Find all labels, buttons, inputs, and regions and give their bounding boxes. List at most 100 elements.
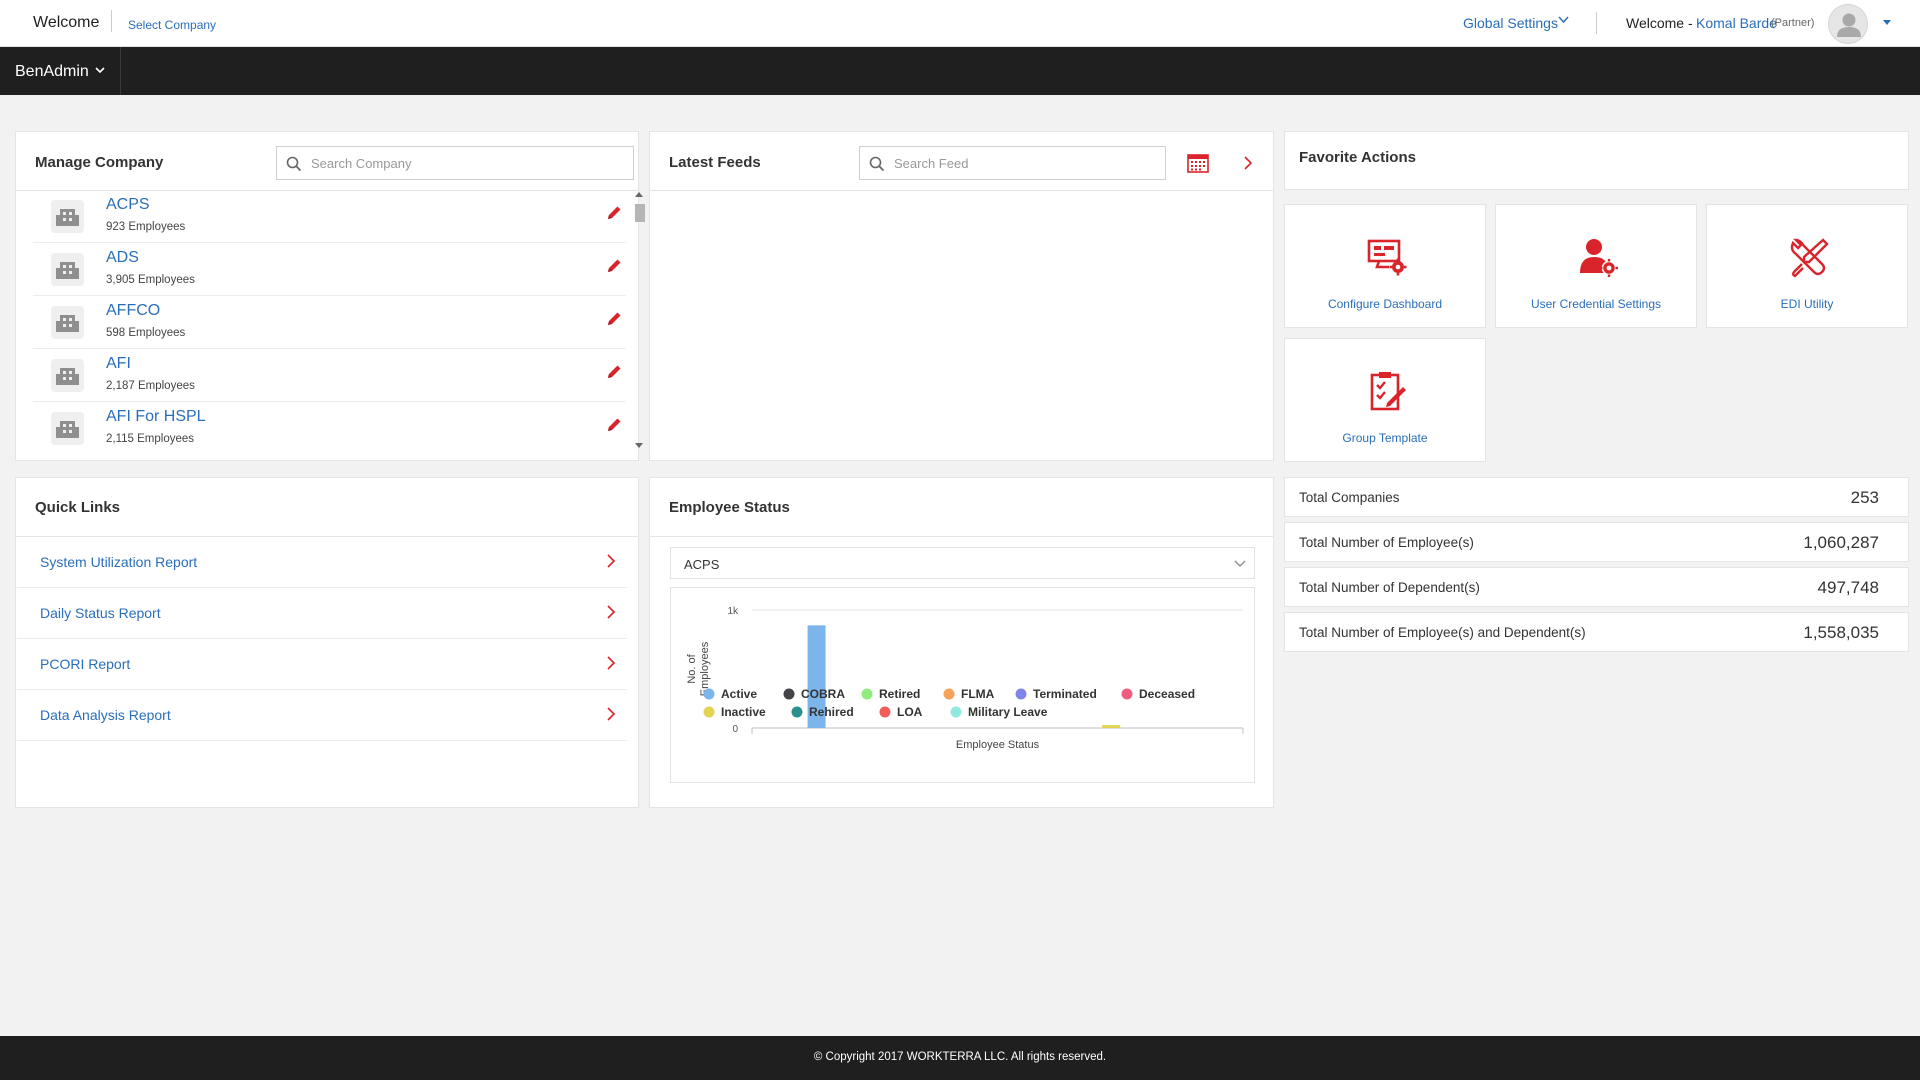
edi-utility-icon <box>1790 238 1829 278</box>
scroll-down-arrow-icon[interactable] <box>635 443 643 448</box>
legend-item-label: COBRA <box>801 687 845 701</box>
edit-pencil-icon[interactable] <box>605 204 623 222</box>
fav-tile-label: EDI Utility <box>1780 297 1834 311</box>
edit-pencil-icon[interactable] <box>605 416 623 434</box>
fav-group-template[interactable]: Group Template <box>1284 338 1486 462</box>
user-menu-caret-icon[interactable] <box>1883 20 1891 25</box>
chevron-right-icon[interactable] <box>1243 156 1253 170</box>
building-icon <box>51 412 84 445</box>
user-role: (Partner) <box>1771 17 1815 29</box>
quick-link-label[interactable]: Daily Status Report <box>40 605 161 621</box>
company-select-dropdown[interactable]: ACPS <box>670 547 1255 579</box>
stat-total-employees-dependents: Total Number of Employee(s) and Dependen… <box>1284 612 1909 652</box>
company-row[interactable]: ADS 3,905 Employees <box>33 243 626 296</box>
company-name[interactable]: ADS <box>106 249 139 267</box>
legend-marker <box>1015 688 1027 700</box>
fav-tile-label: User Credential Settings <box>1530 297 1662 311</box>
chevron-down-icon[interactable] <box>94 64 106 76</box>
company-row[interactable]: AFFCO 598 Employees <box>33 296 626 349</box>
company-row[interactable]: AFI For HSPL 2,115 Employees <box>33 402 626 452</box>
fav-user-credential-settings[interactable]: User Credential Settings <box>1495 204 1697 328</box>
scrollbar-thumb[interactable] <box>635 204 645 222</box>
manage-company-title: Manage Company <box>35 154 164 171</box>
quick-link-item[interactable]: Data Analysis Report <box>17 690 627 741</box>
search-feed-input[interactable] <box>894 153 1154 173</box>
edit-pencil-icon[interactable] <box>605 257 623 275</box>
quick-link-label[interactable]: PCORI Report <box>40 656 130 672</box>
chevron-down-icon[interactable] <box>1234 559 1246 569</box>
stat-value: 1,558,035 <box>1803 623 1879 642</box>
manage-company-panel: Manage Company ACPS 923 Employees ADS 3,… <box>15 131 645 461</box>
bar-inactive <box>1102 725 1121 728</box>
edit-pencil-icon[interactable] <box>605 363 623 381</box>
legend-item-label: Terminated <box>1033 687 1097 701</box>
user-avatar-icon <box>1837 13 1861 37</box>
x-axis-label: Employee Status <box>956 739 1040 751</box>
app-menu-benadmin[interactable]: BenAdmin <box>15 63 89 81</box>
fav-configure-dashboard[interactable]: Configure Dashboard <box>1284 204 1486 328</box>
stat-label: Total Number of Dependent(s) <box>1299 580 1480 595</box>
global-settings-menu[interactable]: Global Settings <box>1463 15 1558 31</box>
legend-marker <box>791 706 803 718</box>
building-icon <box>51 200 84 233</box>
fav-tile-label: Configure Dashboard <box>1327 297 1443 311</box>
company-row[interactable]: ACPS 923 Employees <box>33 190 626 243</box>
company-list: ACPS 923 Employees ADS 3,905 Employees A… <box>33 190 626 452</box>
company-employee-count: 2,187 Employees <box>106 380 195 392</box>
legend-marker <box>703 688 715 700</box>
company-list-scrollbar[interactable] <box>634 192 645 448</box>
chevron-right-icon[interactable] <box>605 554 617 568</box>
latest-feeds-title: Latest Feeds <box>669 154 761 171</box>
quick-link-item[interactable]: Daily Status Report <box>17 588 627 639</box>
nav-divider <box>120 47 121 95</box>
welcome-user-prefix: Welcome - <box>1626 15 1693 31</box>
calendar-icon[interactable] <box>1187 153 1209 173</box>
copyright-text: © Copyright 2017 WORKTERRA LLC. All righ… <box>813 1051 1107 1063</box>
top-header: Welcome Select Company Global Settings W… <box>0 0 1920 47</box>
quick-link-item[interactable]: PCORI Report <box>17 639 627 690</box>
stat-total-employees: Total Number of Employee(s) 1,060,287 <box>1284 522 1909 562</box>
company-employee-count: 598 Employees <box>106 327 186 339</box>
welcome-text: Welcome <box>33 14 100 31</box>
stat-value: 497,748 <box>1817 578 1879 597</box>
legend-item-label: Deceased <box>1139 687 1195 701</box>
legend-marker <box>783 688 795 700</box>
company-name[interactable]: AFI For HSPL <box>106 408 206 426</box>
company-row[interactable]: AFI 2,187 Employees <box>33 349 626 402</box>
quick-links-panel: Quick Links System Utilization Report Da… <box>15 477 639 808</box>
chevron-right-icon[interactable] <box>605 656 617 670</box>
select-company-link[interactable]: Select Company <box>128 18 216 32</box>
search-company-input[interactable] <box>311 153 621 173</box>
user-credential-icon <box>1580 239 1618 277</box>
chevron-right-icon[interactable] <box>605 707 617 721</box>
scroll-up-arrow-icon[interactable] <box>635 192 643 197</box>
legend-item-label: LOA <box>897 705 923 719</box>
selected-company: ACPS <box>684 557 720 572</box>
stat-total-companies: Total Companies 253 <box>1284 477 1909 517</box>
legend-item-label: FLMA <box>961 687 995 701</box>
legend-marker <box>943 688 955 700</box>
panel-divider <box>650 536 1273 537</box>
legend-marker <box>879 706 891 718</box>
user-name-link[interactable]: Komal Barde <box>1696 15 1777 31</box>
legend-marker <box>861 688 873 700</box>
quick-link-label[interactable]: Data Analysis Report <box>40 707 171 723</box>
y-tick-label: 1k <box>727 606 739 617</box>
stat-label: Total Companies <box>1299 490 1400 505</box>
quick-link-label[interactable]: System Utilization Report <box>40 554 197 570</box>
company-name[interactable]: AFFCO <box>106 302 160 320</box>
edit-pencil-icon[interactable] <box>605 310 623 328</box>
chevron-right-icon[interactable] <box>605 605 617 619</box>
header-divider <box>111 10 112 32</box>
employee-status-chart: 0 1k Employee Status No. of Employees Active C… <box>670 587 1255 783</box>
company-employee-count: 3,905 Employees <box>106 274 195 286</box>
company-name[interactable]: AFI <box>106 355 131 373</box>
company-name[interactable]: ACPS <box>106 196 150 214</box>
stat-label: Total Number of Employee(s) <box>1299 535 1474 550</box>
avatar[interactable] <box>1828 4 1868 44</box>
employee-status-panel: Employee Status ACPS 0 1k Employee Status N… <box>649 477 1274 808</box>
chevron-down-icon[interactable] <box>1558 16 1569 24</box>
fav-edi-utility[interactable]: EDI Utility <box>1706 204 1908 328</box>
quick-link-item[interactable]: System Utilization Report <box>17 537 627 588</box>
legend-marker <box>703 706 715 718</box>
